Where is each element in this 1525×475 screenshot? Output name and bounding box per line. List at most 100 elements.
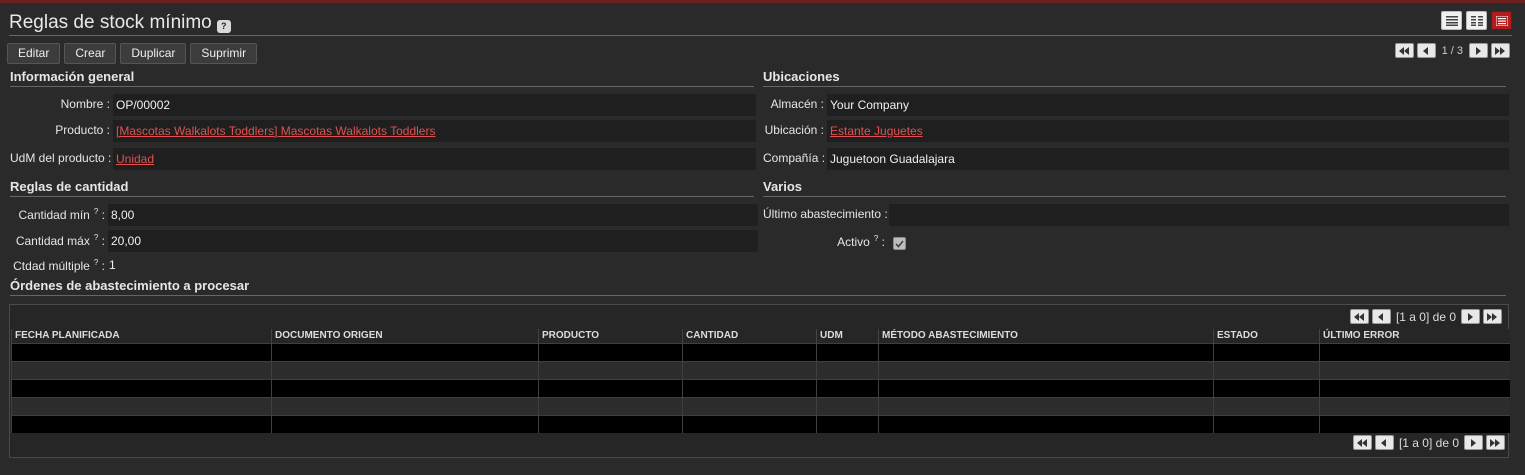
column-header[interactable]: ÚLTIMO ERROR <box>1319 329 1510 343</box>
max-qty-label-text: Cantidad máx <box>15 234 90 248</box>
first-icon <box>1353 312 1364 321</box>
record-pager: 1 / 3 <box>1394 43 1510 58</box>
last-icon <box>1495 46 1505 55</box>
min-qty-label-text: Cantidad mín <box>18 208 90 222</box>
empty-row <box>11 378 1510 397</box>
company-field[interactable]: Juguetoon Guadalajara <box>827 148 1509 170</box>
grid-next-button[interactable] <box>1464 435 1483 450</box>
column-header[interactable]: ESTADO <box>1213 329 1320 343</box>
grid-pager-top: [1 a 0] de 0 <box>1349 309 1502 324</box>
page-title: Reglas de stock mínimo <box>9 12 212 33</box>
active-colon: : <box>881 235 885 249</box>
warehouse-field[interactable]: Your Company <box>827 94 1509 116</box>
action-toolbar: Editar Crear Duplicar Suprimir <box>7 43 258 64</box>
grid-pager-text: [1 a 0] de 0 <box>1395 309 1456 324</box>
column-header[interactable]: CANTIDAD <box>682 329 817 343</box>
multiple-qty-value: 1 <box>109 258 116 272</box>
orders-section-title: Órdenes de abastecimiento a procesar <box>10 278 1506 296</box>
column-header[interactable]: UDM <box>816 329 879 343</box>
multiple-qty-label-text: Ctdad múltiple <box>13 259 90 273</box>
next-record-button[interactable] <box>1469 43 1488 58</box>
next-icon <box>1470 438 1476 447</box>
grid-last-button[interactable] <box>1486 435 1505 450</box>
quantity-section-title: Reglas de cantidad <box>10 179 754 197</box>
column-header[interactable]: FECHA PLANIFICADA <box>11 329 272 343</box>
column-header[interactable]: DOCUMENTO ORIGEN <box>271 329 539 343</box>
grid-first-button[interactable] <box>1352 435 1372 450</box>
table-header-row: FECHA PLANIFICADA DOCUMENTO ORIGEN PRODU… <box>11 329 1510 343</box>
max-qty-help-icon[interactable]: ? <box>94 233 98 242</box>
uom-label: UdM del producto : <box>10 151 112 165</box>
create-button[interactable]: Crear <box>64 43 117 64</box>
grid-view-icon <box>1470 15 1483 26</box>
first-icon <box>1356 438 1367 447</box>
name-label: Nombre : <box>60 97 110 111</box>
form-view-icon <box>1495 15 1508 26</box>
last-procurement-field[interactable] <box>889 204 1509 226</box>
multiple-qty-help-icon[interactable]: ? <box>94 258 98 267</box>
location-field[interactable]: Estante Juguetes <box>827 120 1509 142</box>
max-qty-field[interactable]: 20,00 <box>108 230 758 252</box>
grid-next-button[interactable] <box>1461 309 1480 324</box>
name-field[interactable]: OP/00002 <box>113 94 756 116</box>
list-view-button[interactable] <box>1441 11 1462 30</box>
product-link[interactable]: [Mascotas Walkalots Toddlers] Mascotas W… <box>116 124 435 138</box>
duplicate-button[interactable]: Duplicar <box>120 43 187 64</box>
column-header[interactable]: MÉTODO ABASTECIMIENTO <box>878 329 1214 343</box>
orders-grid: [1 a 0] de 0 FECHA PLANIFICADA DOCUMENTO… <box>9 304 1510 458</box>
product-label: Producto : <box>55 123 110 137</box>
view-switcher <box>1441 11 1512 30</box>
max-qty-label: Cantidad máx? : <box>10 233 105 248</box>
next-icon <box>1475 46 1481 55</box>
empty-row <box>11 360 1510 379</box>
active-help-icon[interactable]: ? <box>874 234 878 243</box>
first-icon <box>1398 46 1409 55</box>
warehouse-label: Almacén : <box>770 97 824 111</box>
checkmark-icon <box>895 239 904 248</box>
locations-section-title: Ubicaciones <box>763 69 1506 87</box>
previous-icon <box>1423 46 1429 55</box>
first-record-button[interactable] <box>1394 43 1414 58</box>
form-view-button[interactable] <box>1491 11 1512 30</box>
previous-icon <box>1378 312 1384 321</box>
empty-row <box>11 396 1510 415</box>
min-qty-field[interactable]: 8,00 <box>108 204 758 226</box>
uom-field[interactable]: Unidad <box>113 148 756 170</box>
product-field[interactable]: [Mascotas Walkalots Toddlers] Mascotas W… <box>113 120 756 142</box>
last-record-button[interactable] <box>1491 43 1510 58</box>
empty-row <box>11 342 1510 361</box>
empty-row <box>11 414 1510 433</box>
active-checkbox[interactable] <box>893 237 906 250</box>
orders-table: FECHA PLANIFICADA DOCUMENTO ORIGEN PRODU… <box>11 329 1510 433</box>
grid-previous-button[interactable] <box>1374 435 1394 450</box>
list-view-icon <box>1445 15 1458 26</box>
min-qty-help-icon[interactable]: ? <box>94 207 98 216</box>
general-section-title: Información general <box>10 69 754 87</box>
help-icon[interactable]: ? <box>216 20 231 33</box>
top-accent-bar <box>0 0 1525 3</box>
grid-view-button[interactable] <box>1466 11 1487 30</box>
previous-icon <box>1381 438 1387 447</box>
multiple-qty-colon: : <box>101 259 105 273</box>
active-label: Activo? : <box>763 234 885 249</box>
multiple-qty-label: Ctdad múltiple? : <box>10 258 105 273</box>
active-label-text: Activo <box>837 235 870 249</box>
previous-record-button[interactable] <box>1416 43 1436 58</box>
uom-link[interactable]: Unidad <box>116 152 154 166</box>
delete-button[interactable]: Suprimir <box>190 43 258 64</box>
column-header[interactable]: PRODUCTO <box>538 329 683 343</box>
last-procurement-label: Último abastecimiento : <box>763 207 888 221</box>
grid-first-button[interactable] <box>1349 309 1369 324</box>
min-qty-label: Cantidad mín? : <box>10 207 105 222</box>
location-link[interactable]: Estante Juguetes <box>830 124 923 138</box>
next-icon <box>1467 312 1473 321</box>
grid-pager-text: [1 a 0] de 0 <box>1398 435 1459 450</box>
edit-button[interactable]: Editar <box>7 43 61 64</box>
page-header: Reglas de stock mínimo? <box>9 12 1512 36</box>
misc-section-title: Varios <box>763 179 1506 197</box>
location-label: Ubicación : <box>764 123 824 137</box>
grid-previous-button[interactable] <box>1371 309 1391 324</box>
grid-pager-bottom: [1 a 0] de 0 <box>1352 435 1505 450</box>
grid-last-button[interactable] <box>1483 309 1502 324</box>
last-icon <box>1487 312 1497 321</box>
